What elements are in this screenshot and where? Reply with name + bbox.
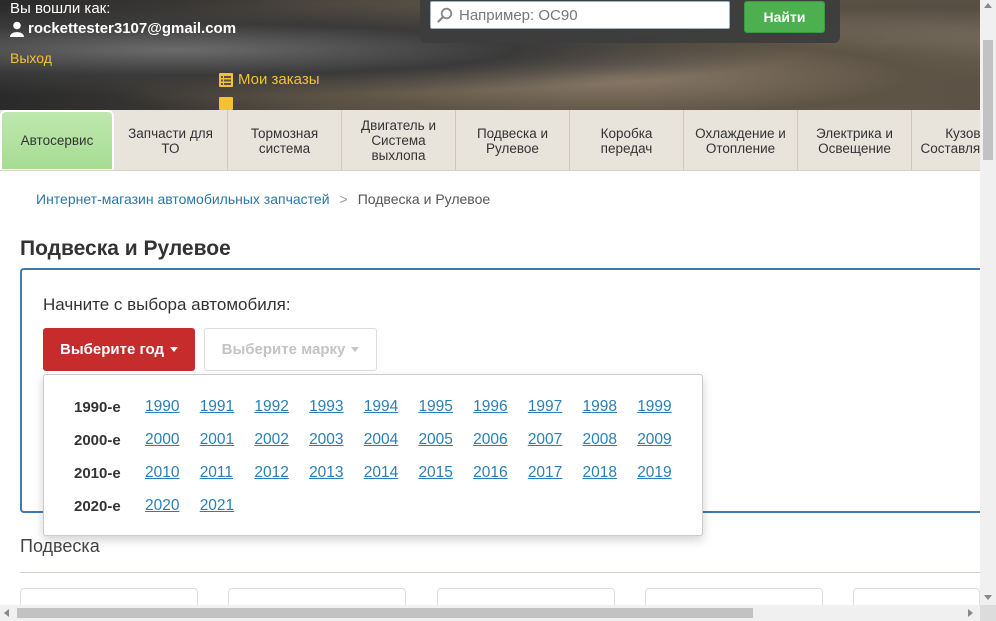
decade-label: 2010-е [74,464,121,482]
decade-label: 2020-е [74,497,121,515]
caret-down-icon [170,347,179,352]
vehicle-selector-label: Начните с выбора автомобиля: [43,295,291,314]
breadcrumb: Интернет-магазин автомобильных запчастей… [36,191,490,207]
search-placeholder: Например: OC90 [459,6,578,24]
user-icon [10,21,24,37]
my-orders-label: Мои заказы [238,71,320,88]
year-link[interactable]: 2004 [364,431,419,449]
user-account[interactable]: rockettester3107@gmail.com [10,20,236,37]
year-dropdown: 1990-е 1990 1991 1992 1993 1994 1995 199… [43,374,703,536]
search-button[interactable]: Найти [744,1,825,33]
select-make-button[interactable]: Выберите марку [204,328,377,371]
decade-label: 1990-е [74,398,121,416]
user-email: rockettester3107@gmail.com [28,20,237,37]
year-link[interactable]: 2007 [528,431,583,449]
nav-item-autoservice[interactable]: Автосервис [0,110,114,170]
year-link[interactable]: 2021 [200,497,255,515]
search-input[interactable]: Например: OC90 [430,1,730,29]
scrollbar-corner [980,605,996,621]
year-link[interactable]: 1992 [254,398,309,416]
year-link[interactable]: 2000 [145,431,200,449]
caret-down-icon [351,347,360,352]
year-link[interactable]: 2016 [473,464,528,482]
year-link[interactable]: 1994 [364,398,419,416]
year-link[interactable]: 1996 [473,398,528,416]
year-link[interactable]: 2020 [145,497,200,515]
select-year-label: Выберите год [59,341,165,358]
nav-item-body[interactable]: Кузов и Составляющие [912,110,980,170]
year-link[interactable]: 2012 [254,464,309,482]
year-link[interactable]: 2018 [583,464,638,482]
logout-link[interactable]: Выход [10,50,52,66]
year-list: 2020 2021 [145,497,254,515]
year-link[interactable]: 1999 [637,398,692,416]
breadcrumb-separator: > [339,191,348,207]
year-link[interactable]: 1991 [200,398,255,416]
page-title: Подвеска и Рулевое [20,237,231,260]
scroll-left-icon[interactable] [4,609,9,617]
year-link[interactable]: 2010 [145,464,200,482]
year-link[interactable]: 2017 [528,464,583,482]
year-link[interactable]: 2015 [418,464,473,482]
year-link[interactable]: 2019 [637,464,692,482]
nav-item-cooling-heating[interactable]: Охлаждение и Отопление [684,110,798,170]
year-list: 1990 1991 1992 1993 1994 1995 1996 1997 … [145,398,692,416]
scroll-up-icon[interactable] [984,3,992,8]
year-link[interactable]: 1997 [528,398,583,416]
year-link[interactable]: 2011 [200,464,255,482]
nav-item-electrical-lighting[interactable]: Электрика и Освещение [798,110,912,170]
nav-item-brake-system[interactable]: Тормозная система [228,110,342,170]
category-nav: Автосервис Запчасти для ТО Тормозная сис… [0,110,980,171]
year-link[interactable]: 2003 [309,431,364,449]
year-link[interactable]: 2001 [200,431,255,449]
search-icon [437,7,453,23]
year-link[interactable]: 1998 [583,398,638,416]
year-link[interactable]: 2005 [418,431,473,449]
select-make-label: Выберите марку [221,341,346,358]
login-status-label: Вы вошли как: [10,0,111,17]
select-year-button[interactable]: Выберите год [43,328,195,371]
nav-item-maintenance-parts[interactable]: Запчасти для ТО [114,110,228,170]
year-link[interactable]: 2014 [364,464,419,482]
year-link[interactable]: 2013 [309,464,364,482]
year-list: 2000 2001 2002 2003 2004 2005 2006 2007 … [145,431,692,449]
nav-item-transmission[interactable]: Коробка передач [570,110,684,170]
vertical-scrollbar-thumb[interactable] [983,40,993,160]
my-orders-link[interactable]: Мои заказы [219,71,320,88]
scroll-down-icon[interactable] [984,595,992,600]
year-link[interactable]: 2008 [583,431,638,449]
breadcrumb-home-link[interactable]: Интернет-магазин автомобильных запчастей [36,191,330,207]
year-list: 2010 2011 2012 2013 2014 2015 2016 2017 … [145,464,692,482]
section-title: Подвеска [20,536,100,556]
breadcrumb-current: Подвеска и Рулевое [357,191,491,207]
year-link[interactable]: 2002 [254,431,309,449]
scroll-right-icon[interactable] [968,609,973,617]
nav-item-suspension-steering[interactable]: Подвеска и Рулевое [456,110,570,170]
year-link[interactable]: 1993 [309,398,364,416]
horizontal-scrollbar-thumb[interactable] [17,608,753,618]
decade-label: 2000-е [74,431,121,449]
section-divider [20,572,980,573]
year-link[interactable]: 1995 [418,398,473,416]
year-link[interactable]: 1990 [145,398,200,416]
menu-icon[interactable] [219,97,233,111]
year-link[interactable]: 2006 [473,431,528,449]
year-link[interactable]: 2009 [637,431,692,449]
nav-item-engine-exhaust[interactable]: Двигатель и Система выхлопа [342,110,456,170]
list-icon [219,72,233,87]
